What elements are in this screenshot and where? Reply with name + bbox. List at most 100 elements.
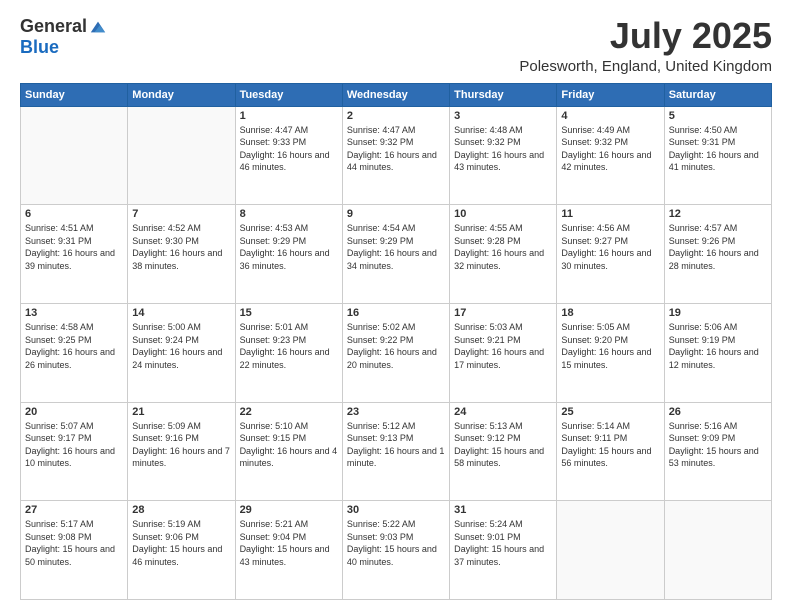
logo: General Blue: [20, 16, 107, 58]
calendar-cell: 6 Sunrise: 4:51 AM Sunset: 9:31 PM Daylig…: [21, 205, 128, 304]
day-number: 4: [561, 110, 659, 122]
calendar-cell: 7 Sunrise: 4:52 AM Sunset: 9:30 PM Daylig…: [128, 205, 235, 304]
day-info: Sunrise: 5:14 AM Sunset: 9:11 PM Dayligh…: [561, 420, 659, 470]
day-info: Sunrise: 5:10 AM Sunset: 9:15 PM Dayligh…: [240, 420, 338, 470]
day-info: Sunrise: 5:09 AM Sunset: 9:16 PM Dayligh…: [132, 420, 230, 470]
calendar-cell: 4Sunrise: 4:49 AM Sunset: 9:32 PM Daylig…: [557, 106, 664, 205]
day-info: Sunrise: 5:06 AM Sunset: 9:19 PM Dayligh…: [669, 321, 767, 371]
day-number: 7: [132, 208, 230, 220]
day-number: 9: [347, 208, 445, 220]
logo-icon: [89, 18, 107, 36]
calendar-cell: 22 Sunrise: 5:10 AM Sunset: 9:15 PM Dayli…: [235, 402, 342, 501]
weekday-header-friday: Friday: [557, 83, 664, 106]
day-number: 12: [669, 208, 767, 220]
calendar-cell: 13 Sunrise: 4:58 AM Sunset: 9:25 PM Dayli…: [21, 303, 128, 402]
calendar-week-3: 13 Sunrise: 4:58 AM Sunset: 9:25 PM Dayli…: [21, 303, 772, 402]
day-number: 30: [347, 504, 445, 516]
calendar-cell: 27 Sunrise: 5:17 AM Sunset: 9:08 PM Dayli…: [21, 501, 128, 600]
day-number: 2: [347, 110, 445, 122]
calendar-cell: 20 Sunrise: 5:07 AM Sunset: 9:17 PM Dayli…: [21, 402, 128, 501]
calendar-cell: 2 Sunrise: 4:47 AM Sunset: 9:32 PM Daylig…: [342, 106, 449, 205]
calendar-cell: 30 Sunrise: 5:22 AM Sunset: 9:03 PM Dayli…: [342, 501, 449, 600]
day-number: 25: [561, 406, 659, 418]
day-info: Sunrise: 5:02 AM Sunset: 9:22 PM Dayligh…: [347, 321, 445, 371]
day-info: Sunrise: 5:21 AM Sunset: 9:04 PM Dayligh…: [240, 518, 338, 568]
day-number: 1: [240, 110, 338, 122]
day-number: 20: [25, 406, 123, 418]
day-number: 11: [561, 208, 659, 220]
weekday-header-saturday: Saturday: [664, 83, 771, 106]
calendar-cell: 12 Sunrise: 4:57 AM Sunset: 9:26 PM Dayli…: [664, 205, 771, 304]
calendar-header-row: SundayMondayTuesdayWednesdayThursdayFrid…: [21, 83, 772, 106]
calendar-body: 1 Sunrise: 4:47 AM Sunset: 9:33 PM Daylig…: [21, 106, 772, 599]
day-info: Sunrise: 4:48 AM Sunset: 9:32 PM Dayligh…: [454, 124, 552, 174]
day-info: Sunrise: 5:19 AM Sunset: 9:06 PM Dayligh…: [132, 518, 230, 568]
day-number: 5: [669, 110, 767, 122]
day-info: Sunrise: 4:52 AM Sunset: 9:30 PM Dayligh…: [132, 222, 230, 272]
day-info: Sunrise: 4:47 AM Sunset: 9:32 PM Dayligh…: [347, 124, 445, 174]
day-info: Sunrise: 5:24 AM Sunset: 9:01 PM Dayligh…: [454, 518, 552, 568]
day-number: 21: [132, 406, 230, 418]
day-number: 19: [669, 307, 767, 319]
weekday-header-sunday: Sunday: [21, 83, 128, 106]
calendar-cell: 25 Sunrise: 5:14 AM Sunset: 9:11 PM Dayli…: [557, 402, 664, 501]
day-info: Sunrise: 5:13 AM Sunset: 9:12 PM Dayligh…: [454, 420, 552, 470]
day-number: 24: [454, 406, 552, 418]
calendar-week-1: 1 Sunrise: 4:47 AM Sunset: 9:33 PM Daylig…: [21, 106, 772, 205]
calendar-cell: [21, 106, 128, 205]
calendar-cell: [664, 501, 771, 600]
calendar-cell: 16 Sunrise: 5:02 AM Sunset: 9:22 PM Dayli…: [342, 303, 449, 402]
weekday-header-thursday: Thursday: [450, 83, 557, 106]
day-number: 18: [561, 307, 659, 319]
day-info: Sunrise: 5:03 AM Sunset: 9:21 PM Dayligh…: [454, 321, 552, 371]
day-number: 31: [454, 504, 552, 516]
day-number: 22: [240, 406, 338, 418]
logo-blue-text: Blue: [20, 37, 59, 58]
calendar-cell: 5 Sunrise: 4:50 AM Sunset: 9:31 PM Daylig…: [664, 106, 771, 205]
calendar-cell: 18 Sunrise: 5:05 AM Sunset: 9:20 PM Dayli…: [557, 303, 664, 402]
calendar-cell: 28 Sunrise: 5:19 AM Sunset: 9:06 PM Dayli…: [128, 501, 235, 600]
day-info: Sunrise: 5:07 AM Sunset: 9:17 PM Dayligh…: [25, 420, 123, 470]
day-number: 27: [25, 504, 123, 516]
day-info: Sunrise: 4:50 AM Sunset: 9:31 PM Dayligh…: [669, 124, 767, 174]
weekday-header-tuesday: Tuesday: [235, 83, 342, 106]
day-info: Sunrise: 5:17 AM Sunset: 9:08 PM Dayligh…: [25, 518, 123, 568]
day-number: 29: [240, 504, 338, 516]
day-info: Sunrise: 5:01 AM Sunset: 9:23 PM Dayligh…: [240, 321, 338, 371]
day-number: 26: [669, 406, 767, 418]
day-number: 10: [454, 208, 552, 220]
calendar-cell: [128, 106, 235, 205]
calendar-cell: 21 Sunrise: 5:09 AM Sunset: 9:16 PM Dayli…: [128, 402, 235, 501]
day-info: Sunrise: 4:53 AM Sunset: 9:29 PM Dayligh…: [240, 222, 338, 272]
day-number: 16: [347, 307, 445, 319]
calendar-cell: 9Sunrise: 4:54 AM Sunset: 9:29 PM Daylig…: [342, 205, 449, 304]
day-number: 13: [25, 307, 123, 319]
title-area: July 2025 Polesworth, England, United Ki…: [519, 16, 772, 75]
location: Polesworth, England, United Kingdom: [519, 58, 772, 75]
weekday-header-monday: Monday: [128, 83, 235, 106]
page: General Blue July 2025 Polesworth, Engla…: [0, 0, 792, 612]
day-info: Sunrise: 5:05 AM Sunset: 9:20 PM Dayligh…: [561, 321, 659, 371]
month-title: July 2025: [519, 16, 772, 56]
calendar-cell: 10Sunrise: 4:55 AM Sunset: 9:28 PM Dayli…: [450, 205, 557, 304]
day-info: Sunrise: 5:22 AM Sunset: 9:03 PM Dayligh…: [347, 518, 445, 568]
day-number: 28: [132, 504, 230, 516]
calendar-cell: 14Sunrise: 5:00 AM Sunset: 9:24 PM Dayli…: [128, 303, 235, 402]
day-info: Sunrise: 4:51 AM Sunset: 9:31 PM Dayligh…: [25, 222, 123, 272]
calendar-cell: 19 Sunrise: 5:06 AM Sunset: 9:19 PM Dayli…: [664, 303, 771, 402]
weekday-header-wednesday: Wednesday: [342, 83, 449, 106]
day-number: 14: [132, 307, 230, 319]
logo-general-text: General: [20, 16, 87, 37]
day-info: Sunrise: 4:56 AM Sunset: 9:27 PM Dayligh…: [561, 222, 659, 272]
calendar-cell: 29 Sunrise: 5:21 AM Sunset: 9:04 PM Dayli…: [235, 501, 342, 600]
day-number: 3: [454, 110, 552, 122]
day-number: 15: [240, 307, 338, 319]
calendar-cell: 23Sunrise: 5:12 AM Sunset: 9:13 PM Dayli…: [342, 402, 449, 501]
calendar-cell: 3 Sunrise: 4:48 AM Sunset: 9:32 PM Daylig…: [450, 106, 557, 205]
day-info: Sunrise: 4:57 AM Sunset: 9:26 PM Dayligh…: [669, 222, 767, 272]
day-info: Sunrise: 4:47 AM Sunset: 9:33 PM Dayligh…: [240, 124, 338, 174]
day-info: Sunrise: 5:16 AM Sunset: 9:09 PM Dayligh…: [669, 420, 767, 470]
day-info: Sunrise: 4:58 AM Sunset: 9:25 PM Dayligh…: [25, 321, 123, 371]
calendar-cell: 8Sunrise: 4:53 AM Sunset: 9:29 PM Daylig…: [235, 205, 342, 304]
day-number: 6: [25, 208, 123, 220]
